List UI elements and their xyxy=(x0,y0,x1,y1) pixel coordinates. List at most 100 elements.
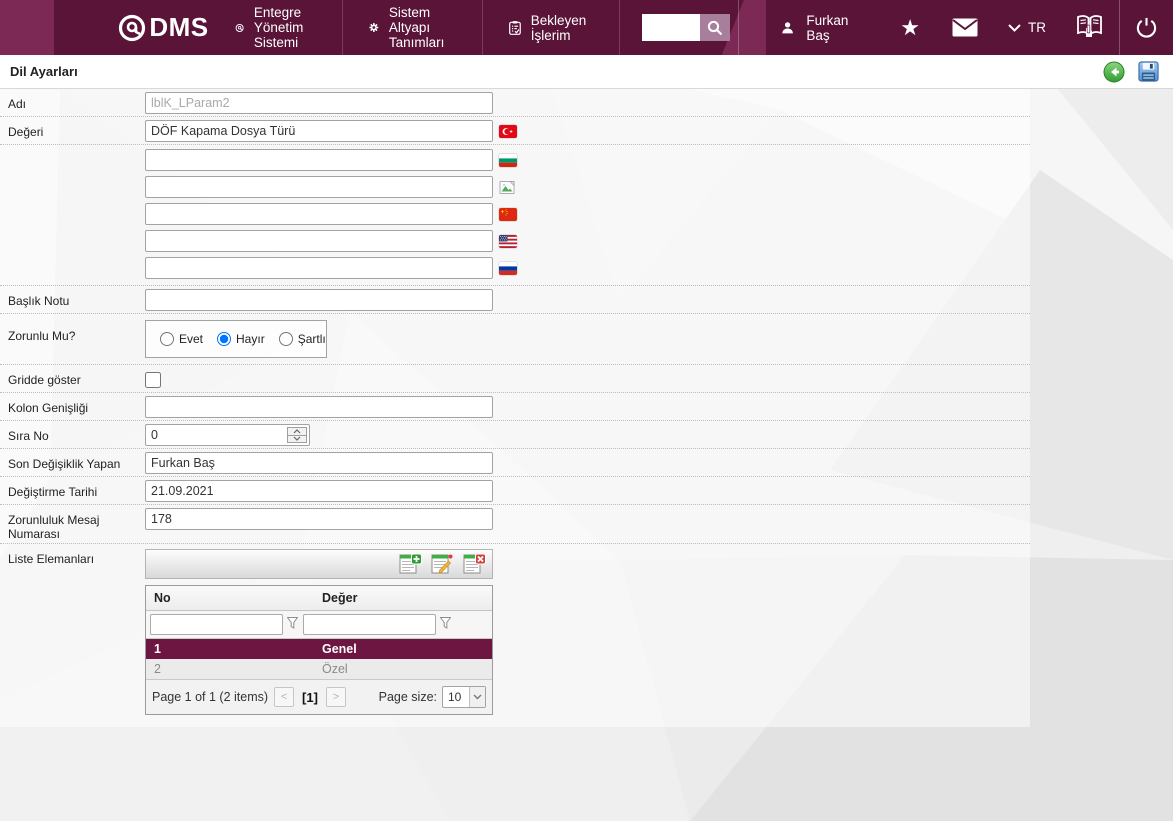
degeri-input-2[interactable] xyxy=(145,176,493,198)
language-selector[interactable]: TR xyxy=(994,20,1060,35)
cell-deger: Genel xyxy=(322,642,357,656)
degeri-input-ru[interactable] xyxy=(145,257,493,279)
chevron-down-icon xyxy=(1008,23,1021,32)
save-button[interactable] xyxy=(1137,60,1159,83)
pager-next-button[interactable]: > xyxy=(325,687,346,707)
cell-no: 2 xyxy=(154,662,161,676)
delete-list-item-button[interactable] xyxy=(461,552,487,576)
radio-sartli-input[interactable] xyxy=(278,332,293,346)
field-label: Başlık Notu xyxy=(8,294,70,308)
favorites-button[interactable]: ★ xyxy=(884,0,936,55)
degistirme-tarihi-input[interactable] xyxy=(145,480,493,502)
edit-list-item-button[interactable] xyxy=(429,552,455,576)
field-label: Liste Elemanları xyxy=(8,552,95,566)
top-navbar: DMS Entegre Yönetim Sistemi Sistem Altya… xyxy=(0,0,1173,55)
page-size-label: Page size: xyxy=(378,690,437,704)
radio-sartli[interactable]: Şartlı xyxy=(278,332,326,346)
radio-evet[interactable]: Evet xyxy=(160,332,203,346)
page-size-control: Page size: 10 xyxy=(379,686,486,708)
sira-no-input[interactable] xyxy=(145,424,310,446)
mail-button[interactable] xyxy=(936,0,994,55)
user-name: Furkan Baş xyxy=(806,12,849,43)
help-manual-button[interactable] xyxy=(1060,0,1119,55)
form-row-kolon-genisligi: Kolon Genişliği xyxy=(0,393,1030,421)
envelope-icon xyxy=(952,18,978,37)
nav-item-sistem-altyapi-tanimlari[interactable]: Sistem Altyapı Tanımları xyxy=(343,0,483,55)
field-label: Gridde göster xyxy=(8,373,81,387)
nav-item-label: Entegre Yönetim Sistemi xyxy=(253,5,304,50)
kolon-genisligi-input[interactable] xyxy=(145,396,493,418)
radio-hayir[interactable]: Hayır xyxy=(217,332,265,346)
nav-item-entegre-yonetim-sistemi[interactable]: Entegre Yönetim Sistemi xyxy=(209,0,344,55)
flag-turkey-icon xyxy=(499,124,517,138)
grid-pager: Page 1 of 1 (2 items) < [1] > Page size:… xyxy=(146,679,492,714)
gridde-goster-checkbox[interactable] xyxy=(145,372,161,388)
grid-row-1[interactable]: 1 Genel xyxy=(146,639,492,659)
add-list-item-button[interactable] xyxy=(397,552,423,576)
search-button[interactable] xyxy=(700,14,731,41)
pager-current-page[interactable]: [1] xyxy=(300,690,320,705)
form-row-gridde-goster: Gridde göster xyxy=(0,365,1030,393)
language-label: TR xyxy=(1028,20,1046,35)
radio-hayir-input[interactable] xyxy=(217,332,232,346)
field-label: Adı xyxy=(8,97,27,111)
form-row-mesaj-no: Zorunluluk Mesaj Numarası xyxy=(0,505,1030,544)
translation-row xyxy=(145,149,517,171)
translation-row xyxy=(145,230,517,252)
filter-button-no[interactable] xyxy=(286,617,299,632)
page-size-value: 10 xyxy=(448,690,462,704)
qdms-logo[interactable]: DMS xyxy=(117,0,208,55)
baslik-notu-input[interactable] xyxy=(145,289,493,311)
cell-no: 1 xyxy=(154,642,161,656)
flag-china-icon xyxy=(499,207,517,221)
form-row-baslik-notu: Başlık Notu xyxy=(0,286,1030,314)
son-degisiklik-input[interactable] xyxy=(145,452,493,474)
nav-item-label: Bekleyen İşlerim xyxy=(530,12,587,43)
filter-input-no[interactable] xyxy=(150,614,283,635)
liste-elemanlari-panel: No Değer 1 Genel 2 Özel Page 1 of 1 (2 i… xyxy=(145,547,493,715)
cell-deger: Özel xyxy=(322,662,348,676)
adi-input xyxy=(145,92,493,114)
filter-cell-deger xyxy=(303,614,452,635)
radio-label: Şartlı xyxy=(297,332,326,346)
grid-row-2[interactable]: 2 Özel xyxy=(146,659,492,679)
spin-up-button[interactable] xyxy=(287,427,307,436)
column-header-deger[interactable]: Değer xyxy=(314,586,492,610)
page-size-dropdown-button[interactable] xyxy=(469,687,485,707)
user-menu[interactable]: Furkan Baş xyxy=(739,0,884,55)
liste-grid: No Değer 1 Genel 2 Özel Page 1 of 1 (2 i… xyxy=(145,585,493,715)
logout-button[interactable] xyxy=(1119,0,1173,55)
spin-down-button[interactable] xyxy=(287,435,307,443)
logo-text: DMS xyxy=(149,12,209,42)
star-icon: ★ xyxy=(900,14,920,40)
column-header-no[interactable]: No xyxy=(146,586,314,610)
back-circle-icon xyxy=(1103,61,1125,82)
nav-item-bekleyen-islerim[interactable]: Bekleyen İşlerim xyxy=(483,0,621,55)
zorunluluk-mesaj-input[interactable] xyxy=(145,508,493,530)
pager-prev-button[interactable]: < xyxy=(274,687,295,707)
radio-evet-input[interactable] xyxy=(160,332,174,346)
degeri-input-us[interactable] xyxy=(145,230,493,252)
form-row-zorunlu: Zorunlu Mu? Evet Hayır Şartlı xyxy=(0,314,1030,365)
degeri-input-cn[interactable] xyxy=(145,203,493,225)
search-icon xyxy=(708,20,723,35)
form-row-sira-no: Sıra No xyxy=(0,421,1030,449)
field-label: Zorunlu Mu? xyxy=(8,329,76,343)
search-input[interactable] xyxy=(642,14,701,41)
filter-button-deger[interactable] xyxy=(439,617,452,632)
funnel-icon xyxy=(439,617,452,629)
translation-row xyxy=(145,203,517,225)
list-edit-icon xyxy=(431,554,452,574)
form-row-translations xyxy=(0,145,1030,286)
field-label: Son Değişiklik Yapan xyxy=(8,457,121,471)
content-area: Adı Değeri xyxy=(0,89,1173,727)
page-title: Dil Ayarları xyxy=(10,64,78,79)
degeri-input-bg[interactable] xyxy=(145,149,493,171)
page-size-select[interactable]: 10 xyxy=(442,686,486,708)
form-row-adi: Adı xyxy=(0,89,1030,117)
back-button[interactable] xyxy=(1103,61,1125,83)
degeri-input-tr[interactable] xyxy=(145,120,493,142)
filter-input-deger[interactable] xyxy=(303,614,436,635)
list-delete-icon xyxy=(463,553,486,574)
field-label: Sıra No xyxy=(8,429,49,443)
